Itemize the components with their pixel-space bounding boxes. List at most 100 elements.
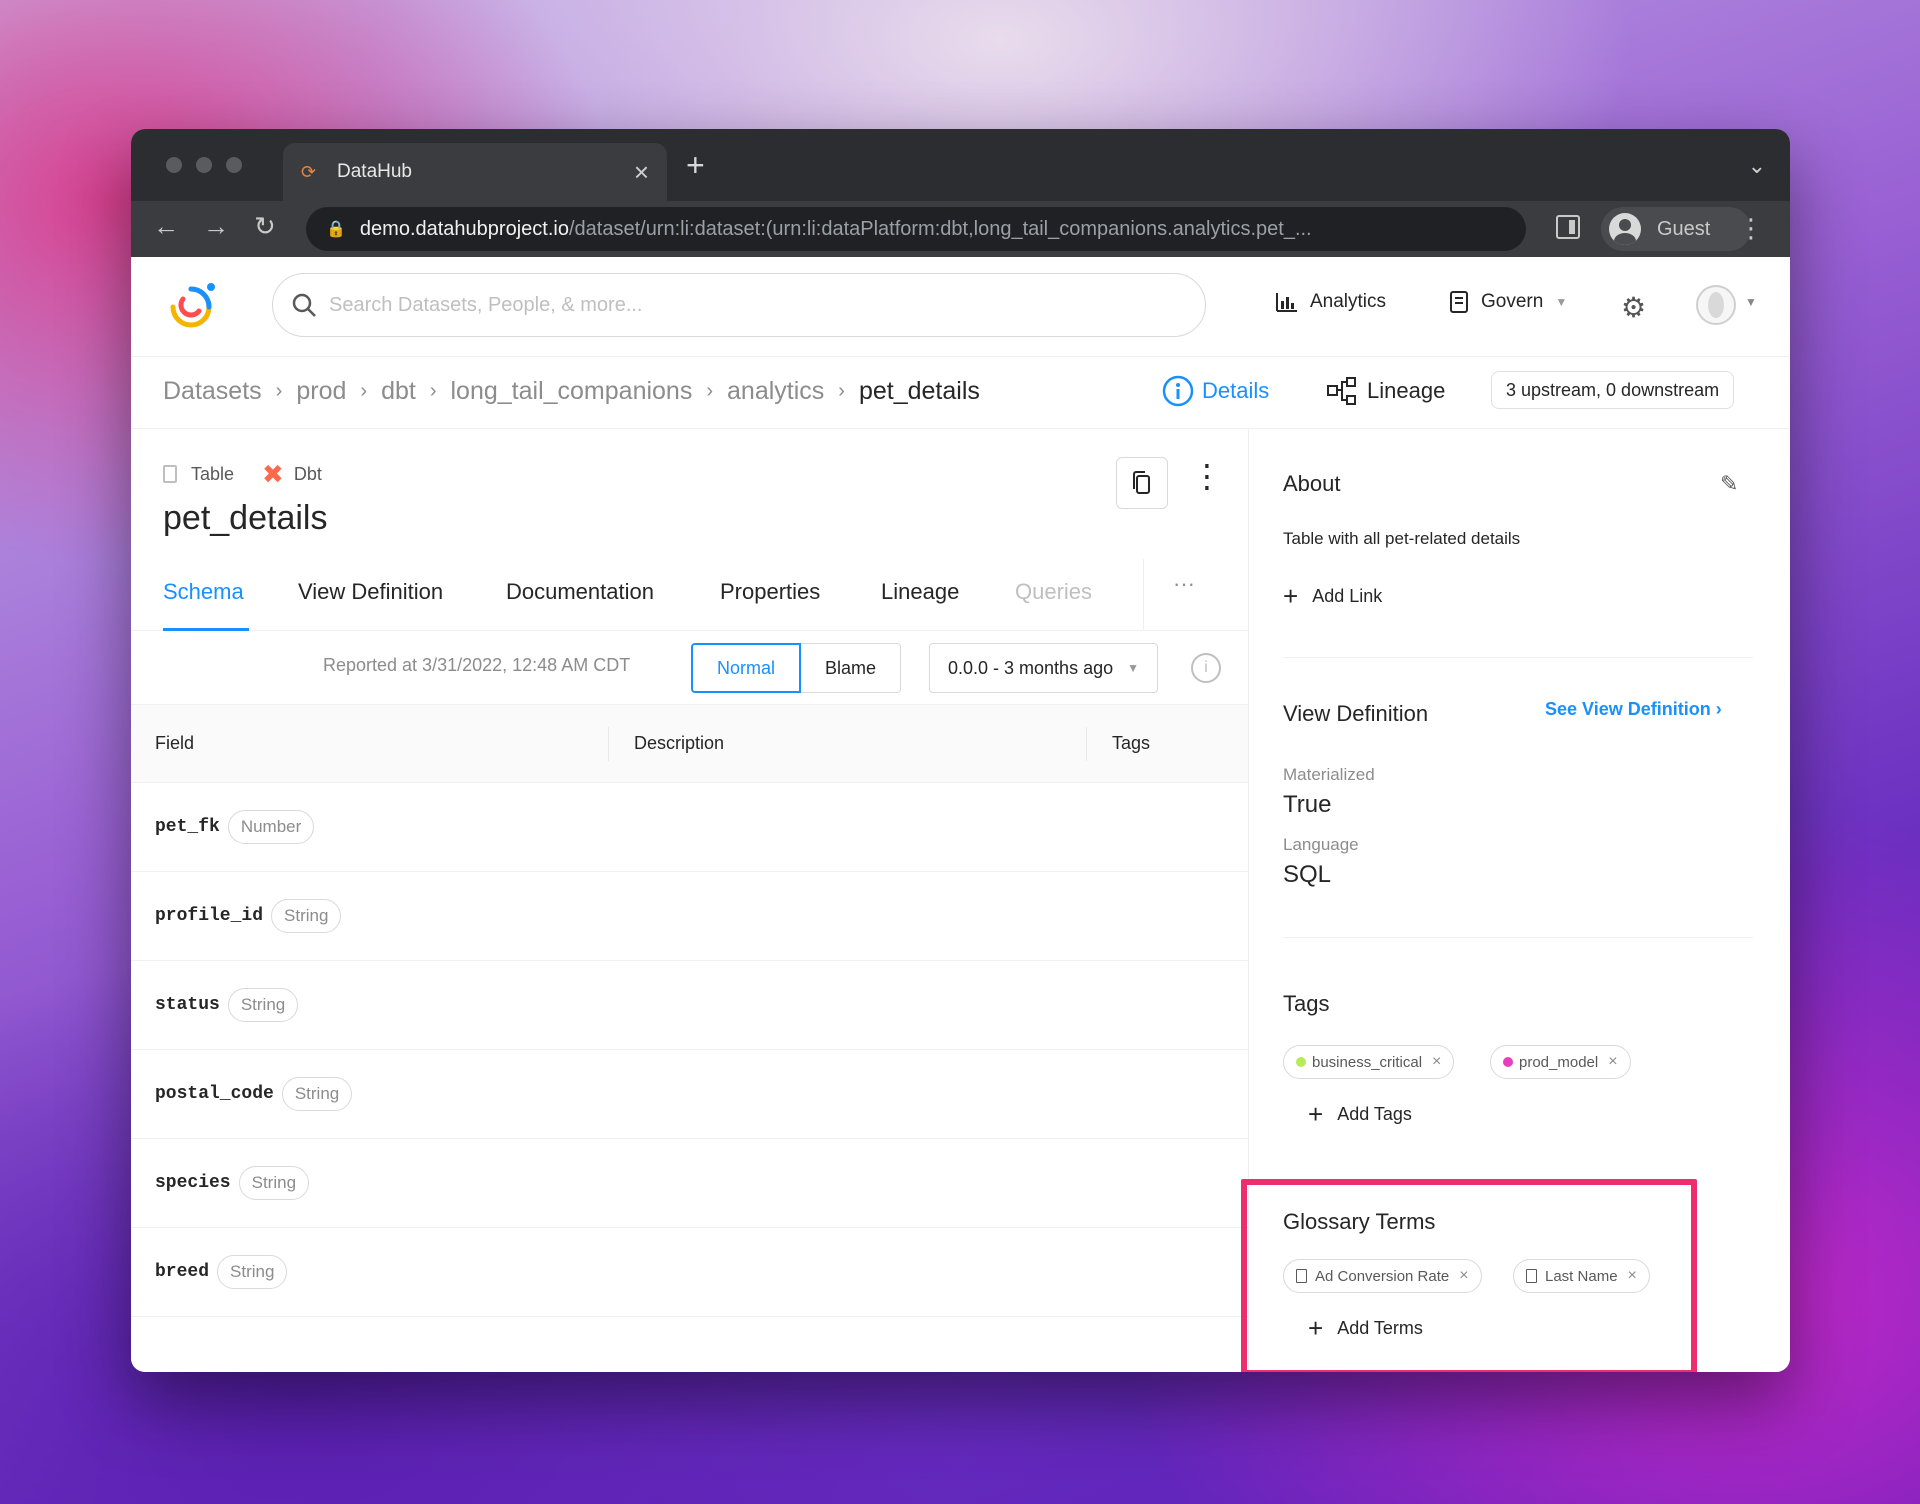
- info-icon[interactable]: i: [1191, 653, 1221, 683]
- table-row[interactable]: pet_fk Number: [131, 783, 1248, 872]
- lineage-counts-badge[interactable]: 3 upstream, 0 downstream: [1491, 371, 1735, 409]
- version-select[interactable]: 0.0.0 - 3 months ago ▼: [929, 643, 1158, 693]
- table-row[interactable]: breed String: [131, 1228, 1248, 1317]
- datahub-favicon-icon: ⟳: [301, 162, 317, 182]
- edit-pencil-icon[interactable]: ✎: [1720, 471, 1738, 497]
- breadcrumb-item-long-tail-companions[interactable]: long_tail_companions: [451, 377, 693, 406]
- tab-schema[interactable]: Schema: [163, 579, 244, 605]
- table-row[interactable]: status String: [131, 961, 1248, 1050]
- see-view-definition-link[interactable]: See View Definition ›: [1545, 699, 1722, 720]
- browser-chrome: ⟳ DataHub × + ⌄ ← → ↻ 🔒 demo.datahubproj…: [131, 129, 1790, 257]
- reload-icon[interactable]: ↻: [254, 211, 276, 242]
- side-panel-icon[interactable]: [1556, 215, 1580, 239]
- new-tab-button[interactable]: +: [686, 147, 705, 184]
- about-description: Table with all pet-related details: [1283, 529, 1521, 548]
- field-type-badge: Number: [227, 810, 315, 844]
- entity-type-label: Table: [191, 463, 235, 484]
- browser-window: ⟳ DataHub × + ⌄ ← → ↻ 🔒 demo.datahubproj…: [131, 129, 1790, 1372]
- add-link-button[interactable]: + Add Link: [1283, 581, 1382, 612]
- platform-label: Dbt: [293, 463, 322, 484]
- details-label: Details: [1202, 378, 1270, 403]
- analytics-label: Analytics: [1310, 291, 1387, 312]
- schema-table-header: Field Description Tags: [131, 705, 1248, 783]
- chevron-right-icon: ›: [275, 380, 283, 402]
- field-type-badge: String: [227, 988, 299, 1022]
- blame-mode-button[interactable]: Blame: [801, 643, 902, 693]
- breadcrumb-item-pet-details: pet_details: [858, 377, 980, 405]
- tab-lineage[interactable]: Lineage: [881, 579, 959, 605]
- field-name: status: [155, 995, 220, 1015]
- column-header-description: Description: [634, 733, 725, 753]
- tag-chip-business-critical[interactable]: business_critical ×: [1283, 1045, 1455, 1079]
- tab-view-definition[interactable]: View Definition: [298, 579, 443, 605]
- entity-type-line: Table ✖ Dbt: [163, 461, 322, 487]
- address-bar[interactable]: 🔒 demo.datahubproject.io /dataset/urn:li…: [306, 207, 1526, 251]
- user-menu-chevron-icon[interactable]: ▼: [1745, 295, 1757, 309]
- zoom-window-button[interactable]: [226, 157, 242, 173]
- chevron-right-icon: ›: [429, 380, 437, 402]
- table-row[interactable]: profile_id String: [131, 872, 1248, 961]
- lineage-graph-icon: [1327, 377, 1356, 405]
- tags-heading: Tags: [1283, 991, 1330, 1016]
- materialized-value: True: [1283, 791, 1332, 818]
- about-heading: About: [1283, 471, 1341, 496]
- tab-properties[interactable]: Properties: [720, 579, 820, 605]
- materialized-label: Materialized: [1283, 765, 1375, 784]
- datahub-app: Search Datasets, People, & more... Analy…: [131, 257, 1790, 1372]
- dbt-logo-icon: ✖: [262, 459, 284, 489]
- chevron-down-icon: ▼: [1127, 661, 1139, 675]
- tab-documentation[interactable]: Documentation: [506, 579, 654, 605]
- tab-search-chevron-icon[interactable]: ⌄: [1748, 153, 1766, 179]
- language-label: Language: [1283, 835, 1359, 854]
- close-tab-icon[interactable]: ×: [634, 159, 649, 185]
- datahub-logo-icon[interactable]: [161, 277, 221, 333]
- field-name: breed: [155, 1262, 210, 1282]
- search-input[interactable]: Search Datasets, People, & more...: [272, 273, 1206, 337]
- plus-icon: +: [1283, 581, 1299, 611]
- analytics-link[interactable]: Analytics: [1276, 291, 1386, 313]
- column-header-field: Field: [155, 733, 195, 753]
- browser-menu-icon[interactable]: ⋮: [1738, 213, 1764, 244]
- browser-tab[interactable]: ⟳ DataHub ×: [283, 143, 667, 201]
- copy-icon: [1133, 471, 1150, 494]
- tag-color-dot: [1503, 1057, 1513, 1067]
- breadcrumb-bar: Datasets › prod › dbt › long_tail_compan…: [131, 357, 1790, 429]
- breadcrumb-item-datasets[interactable]: Datasets: [163, 377, 262, 406]
- glossary-highlight-box: [1241, 1179, 1697, 1372]
- breadcrumb-item-prod[interactable]: prod: [296, 377, 346, 406]
- user-avatar[interactable]: [1696, 285, 1736, 325]
- back-arrow-icon[interactable]: ←: [153, 211, 179, 242]
- table-icon: [163, 465, 177, 483]
- guest-avatar-icon: [1609, 213, 1641, 245]
- details-view-button[interactable]: Details: [1162, 375, 1269, 407]
- table-row[interactable]: postal_code String: [131, 1050, 1248, 1139]
- close-icon[interactable]: ×: [1608, 1053, 1617, 1071]
- app-header: Search Datasets, People, & more... Analy…: [131, 257, 1790, 357]
- copy-urn-button[interactable]: [1116, 457, 1168, 509]
- lineage-view-button[interactable]: Lineage: [1327, 377, 1445, 405]
- forward-arrow-icon[interactable]: →: [203, 211, 229, 242]
- breadcrumb-item-analytics[interactable]: analytics: [727, 377, 824, 406]
- browser-toolbar: ← → ↻ 🔒 demo.datahubproject.io /dataset/…: [131, 201, 1790, 257]
- gear-icon[interactable]: ⚙: [1621, 291, 1646, 324]
- more-options-icon[interactable]: ⋮: [1191, 457, 1223, 495]
- field-type-badge: String: [271, 899, 342, 933]
- section-divider: [1283, 937, 1753, 938]
- tag-chip-prod-model[interactable]: prod_model ×: [1490, 1045, 1631, 1079]
- tabs-divider: [1143, 559, 1144, 631]
- govern-menu[interactable]: Govern ▼: [1449, 291, 1567, 313]
- breadcrumb: Datasets › prod › dbt › long_tail_compan…: [163, 377, 980, 406]
- close-icon[interactable]: ×: [1432, 1053, 1441, 1071]
- profile-button[interactable]: Guest: [1601, 207, 1751, 251]
- close-window-button[interactable]: [166, 157, 182, 173]
- chevron-right-icon: ›: [360, 380, 368, 402]
- more-tabs-icon[interactable]: ···: [1173, 571, 1195, 597]
- entity-tabs: Schema View Definition Documentation Pro…: [131, 559, 1248, 631]
- table-row[interactable]: species String: [131, 1139, 1248, 1228]
- normal-mode-button[interactable]: Normal: [691, 643, 802, 693]
- column-divider: [1086, 727, 1087, 761]
- add-tags-button[interactable]: + Add Tags: [1308, 1099, 1412, 1130]
- minimize-window-button[interactable]: [196, 157, 212, 173]
- entity-sidebar: About ✎ Table with all pet-related detai…: [1241, 429, 1790, 1372]
- breadcrumb-item-dbt[interactable]: dbt: [381, 377, 416, 406]
